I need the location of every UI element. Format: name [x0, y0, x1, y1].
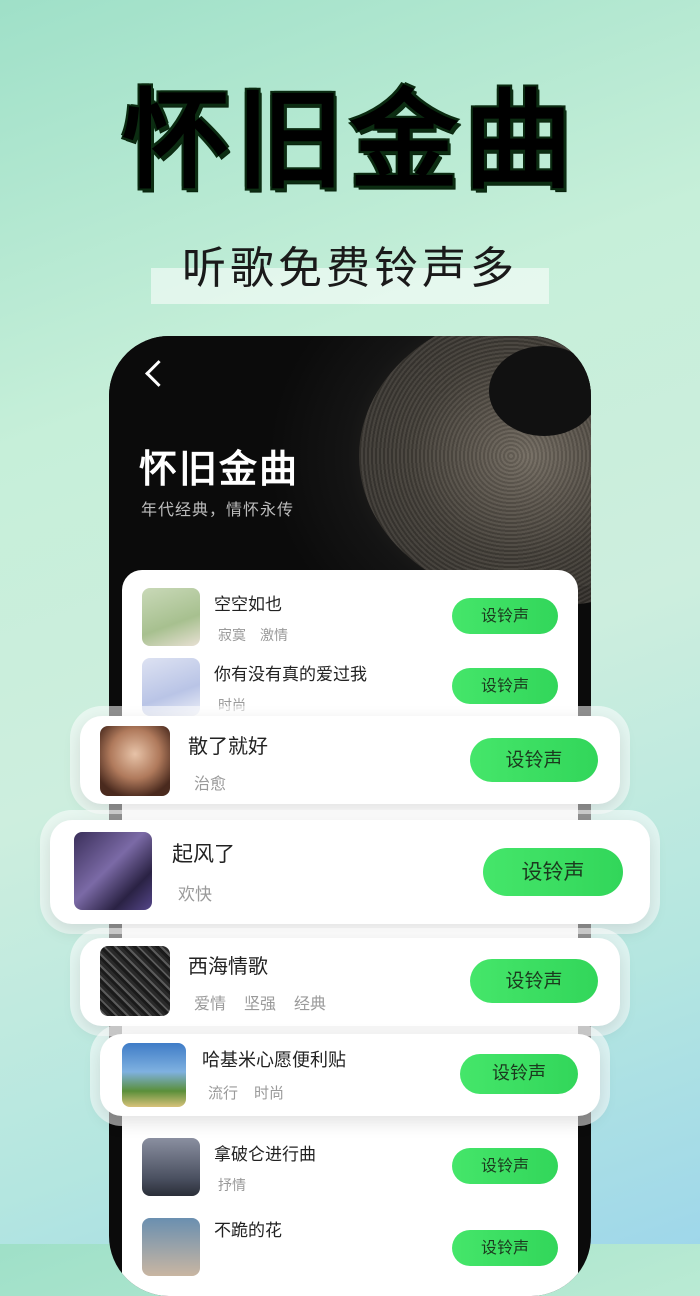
song-tag: 流行 [208, 1084, 239, 1102]
song-tag: 经典 [294, 994, 327, 1013]
song-card[interactable]: 哈基米心愿便利贴 流行 时尚 设铃声 [100, 1034, 600, 1116]
song-cover-image [142, 1218, 200, 1276]
set-ringtone-button[interactable]: 设铃声 [452, 598, 558, 634]
song-title: 起风了 [172, 842, 235, 866]
song-list: 空空如也 寂寞 激情 设铃声 你有没有真的爱过我 时尚 设铃声 拿破仑进行曲 抒… [122, 570, 578, 1296]
song-tag: 激情 [260, 627, 288, 644]
hero-title: 怀旧金曲 [0, 82, 700, 202]
song-title: 空空如也 [214, 594, 282, 615]
phone-mockup: 怀旧金曲 年代经典，情怀永传 空空如也 寂寞 激情 设铃声 你有没有真的爱过我 … [109, 336, 591, 1296]
set-ringtone-button[interactable]: 设铃声 [470, 959, 598, 1003]
vinyl-record-center [489, 346, 591, 436]
song-tag: 寂寞 [218, 627, 246, 644]
song-tag: 治愈 [194, 774, 227, 793]
song-cover-image [100, 726, 170, 796]
song-tag: 抒情 [218, 1177, 246, 1194]
song-card[interactable]: 散了就好 治愈 设铃声 [80, 716, 620, 804]
set-ringtone-button[interactable]: 设铃声 [452, 1148, 558, 1184]
song-tag: 爱情 [194, 994, 227, 1013]
set-ringtone-button[interactable]: 设铃声 [452, 668, 558, 704]
song-tag: 坚强 [244, 994, 277, 1013]
song-cover-image [122, 1043, 186, 1107]
set-ringtone-button[interactable]: 设铃声 [483, 848, 623, 896]
page-title: 怀旧金曲 [139, 447, 300, 491]
hero-subtitle: 听歌免费铃声多 [182, 243, 518, 294]
set-ringtone-button[interactable]: 设铃声 [460, 1054, 578, 1094]
song-tag: 时尚 [218, 697, 246, 714]
song-card[interactable]: 西海情歌 爱情 坚强 经典 设铃声 [80, 938, 620, 1026]
song-title: 散了就好 [188, 734, 268, 758]
song-cover-image [142, 658, 200, 716]
song-cover-image [142, 588, 200, 646]
song-tag: 欢快 [178, 885, 212, 905]
song-title: 你有没有真的爱过我 [214, 664, 367, 685]
song-title: 西海情歌 [188, 954, 268, 978]
set-ringtone-button[interactable]: 设铃声 [470, 738, 598, 782]
song-title: 不跪的花 [214, 1221, 282, 1241]
set-ringtone-button[interactable]: 设铃声 [452, 1230, 558, 1266]
song-cover-image [100, 946, 170, 1016]
song-cover-image [74, 832, 152, 910]
song-cover-image [142, 1138, 200, 1196]
song-title: 哈基米心愿便利贴 [202, 1050, 346, 1071]
song-tag: 时尚 [254, 1084, 285, 1102]
page-subtitle: 年代经典，情怀永传 [141, 500, 295, 519]
song-card[interactable]: 起风了 欢快 设铃声 [50, 820, 650, 924]
song-title: 拿破仑进行曲 [214, 1144, 316, 1165]
